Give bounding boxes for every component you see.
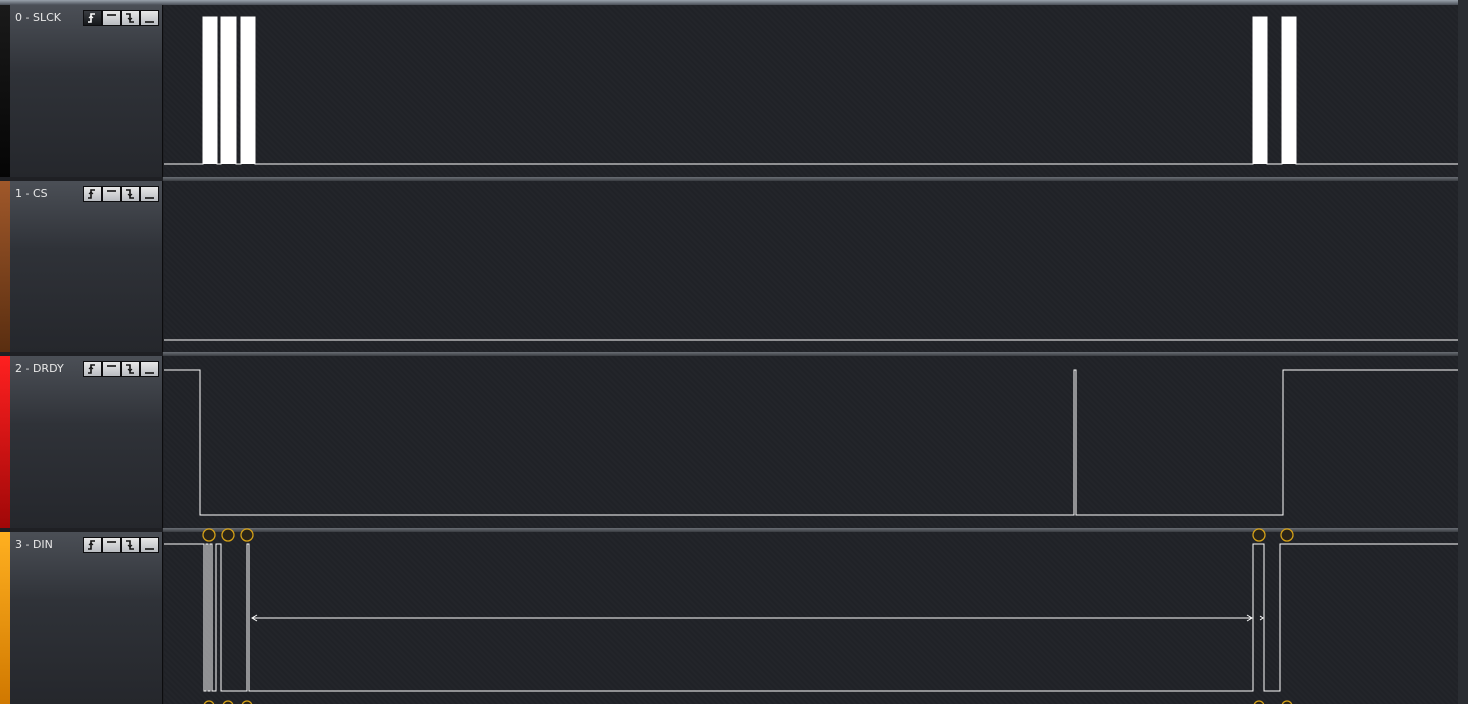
falling-edge-trigger-button[interactable] bbox=[121, 186, 140, 202]
high-level-trigger-button[interactable] bbox=[102, 186, 121, 202]
falling-edge-icon bbox=[126, 540, 134, 550]
channel-0-name: 0 - SLCK bbox=[15, 11, 61, 24]
sample-markers bbox=[202, 528, 1294, 704]
falling-edge-trigger-button[interactable] bbox=[121, 10, 140, 26]
channel-0-color-strip bbox=[0, 5, 10, 177]
rising-edge-icon bbox=[88, 13, 95, 23]
channel-3-trace-area[interactable] bbox=[164, 528, 1458, 704]
channel-3-label-panel[interactable]: 3 - DIN bbox=[0, 532, 163, 704]
rising-edge-trigger-button[interactable] bbox=[83, 361, 102, 377]
low-level-trigger-button[interactable] bbox=[140, 10, 159, 26]
channel-3-trigger-buttons bbox=[83, 537, 159, 553]
sample-marker bbox=[1280, 528, 1294, 542]
channel-1-label-panel[interactable]: 1 - CS bbox=[0, 181, 163, 352]
falling-edge-icon bbox=[126, 364, 134, 374]
high-level-trigger-button[interactable] bbox=[102, 10, 121, 26]
channel-0-row: 0 - SLCK bbox=[0, 5, 1468, 177]
channel-1-waveform bbox=[164, 339, 1458, 341]
channel-3-row: 3 - DIN bbox=[0, 528, 1468, 704]
falling-edge-trigger-button[interactable] bbox=[121, 537, 140, 553]
rising-edge-trigger-button[interactable] bbox=[83, 10, 102, 26]
vertical-scrollbar[interactable] bbox=[1458, 0, 1468, 704]
channel-0-waveform bbox=[164, 16, 1458, 165]
low-level-trigger-button[interactable] bbox=[140, 537, 159, 553]
falling-edge-icon bbox=[126, 13, 134, 23]
channel-1-name: 1 - CS bbox=[15, 187, 48, 200]
sample-marker bbox=[221, 528, 235, 542]
rising-edge-trigger-button[interactable] bbox=[83, 537, 102, 553]
low-level-trigger-button[interactable] bbox=[140, 361, 159, 377]
falling-edge-icon bbox=[126, 189, 134, 199]
channel-1-row: 1 - CS bbox=[0, 181, 1468, 352]
channel-2-trigger-buttons bbox=[83, 361, 159, 377]
channel-0-trace-area[interactable] bbox=[164, 5, 1458, 177]
low-level-icon bbox=[145, 197, 154, 199]
high-level-trigger-button[interactable] bbox=[102, 537, 121, 553]
channel-3-name: 3 - DIN bbox=[15, 538, 53, 551]
channel-0-label-panel[interactable]: 0 - SLCK bbox=[0, 5, 163, 177]
channel-2-label-panel[interactable]: 2 - DRDY bbox=[0, 356, 163, 528]
falling-edge-trigger-button[interactable] bbox=[121, 361, 140, 377]
low-level-trigger-button[interactable] bbox=[140, 186, 159, 202]
channel-2-row: 2 - DRDY bbox=[0, 356, 1468, 528]
sample-marker bbox=[202, 528, 216, 542]
channel-2-color-strip bbox=[0, 356, 10, 528]
rising-edge-icon bbox=[88, 540, 95, 550]
logic-analyzer-window: 0 - SLCK 1 - CS 2 - DRDY 3 - DIN bbox=[0, 0, 1468, 704]
channel-0-trigger-buttons bbox=[83, 10, 159, 26]
channel-3-color-strip bbox=[0, 532, 10, 704]
high-level-icon bbox=[107, 14, 116, 16]
rising-edge-trigger-button[interactable] bbox=[83, 186, 102, 202]
high-level-trigger-button[interactable] bbox=[102, 361, 121, 377]
low-level-icon bbox=[145, 548, 154, 550]
channel-2-trace-area[interactable] bbox=[164, 356, 1458, 528]
low-level-icon bbox=[145, 21, 154, 23]
channel-1-trace-area[interactable] bbox=[164, 181, 1458, 352]
channel-1-color-strip bbox=[0, 181, 10, 352]
rising-edge-icon bbox=[88, 189, 95, 199]
rising-edge-icon bbox=[88, 364, 95, 374]
timing-measurement-arrow[interactable] bbox=[251, 614, 1264, 622]
channel-2-waveform bbox=[164, 369, 1458, 516]
high-level-icon bbox=[107, 541, 116, 543]
channel-3-waveform bbox=[164, 528, 1458, 704]
sample-marker bbox=[1252, 528, 1266, 542]
high-level-icon bbox=[107, 190, 116, 192]
sample-marker bbox=[240, 528, 254, 542]
low-level-icon bbox=[145, 372, 154, 374]
channel-2-name: 2 - DRDY bbox=[15, 362, 64, 375]
high-level-icon bbox=[107, 365, 116, 367]
channel-1-trigger-buttons bbox=[83, 186, 159, 202]
